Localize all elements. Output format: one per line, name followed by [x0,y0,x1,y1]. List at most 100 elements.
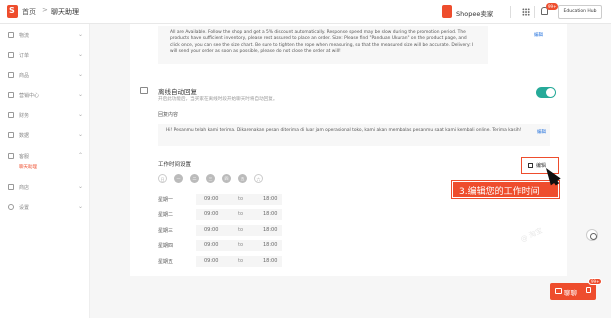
chat-button[interactable]: 聊聊 [550,283,596,300]
time-separator: to [238,242,244,248]
shopee-logo[interactable] [7,5,18,18]
chevron-down-icon: ⌄ [78,51,84,58]
edit-reply-link[interactable]: 编辑 [537,129,546,135]
sidebar-item-marketing[interactable]: 营销中心 ⌄ [0,90,90,102]
day-tue[interactable]: 二 [190,174,199,183]
sidebar-item-finance[interactable]: 财务 ⌄ [0,110,90,122]
start-time: 09:00 [204,227,219,233]
sidebar-item-data[interactable]: 数据 ⌄ [0,130,90,142]
schedule-day: 星期二 [158,212,174,218]
schedule-row: 星期五 09:00 to 18:00 [158,256,288,267]
chevron-down-icon: ⌄ [78,183,84,190]
schedule-row: 星期一 09:00 to 18:00 [158,194,288,205]
schedule-day: 星期四 [158,243,174,249]
end-time: 18:00 [263,258,278,264]
day-wed[interactable]: 三 [206,174,215,183]
marketing-icon [8,92,14,98]
sidebar-item-logistics[interactable]: 物流 ⌄ [0,30,90,42]
product-icon [8,72,14,78]
day-sun[interactable]: 日 [158,174,167,183]
wallet-icon [8,112,14,118]
gear-icon [8,204,14,210]
truck-icon [8,32,14,38]
breadcrumb-current: 聊天助理 [51,8,79,16]
sidebar-item-label: 财务 [19,113,30,119]
top-bar: 首页 > 聊天助理 Shopee卖家 99+ Education Hub [0,0,611,24]
sidebar-item-label: 设置 [19,205,30,211]
day-fri[interactable]: 五 [238,174,247,183]
chat-bubble-icon [555,288,562,294]
order-icon [8,52,14,58]
sidebar-item-settings[interactable]: 设置 ⌄ [0,202,90,214]
end-time: 18:00 [263,227,278,233]
tutorial-callout: 3.编辑您的工作时间 [451,180,560,199]
apps-grid-icon[interactable] [522,8,530,16]
time-separator: to [238,227,244,233]
chat-icon [140,87,148,94]
shop-bag-icon [442,5,452,18]
notification-badge: 99+ [546,3,559,10]
chart-icon [8,132,14,138]
time-separator: to [238,196,244,202]
chevron-up-icon: ⌃ [78,152,84,159]
auto-message-box: All are Available. Follow the shop and g… [158,26,488,64]
sidebar-subitem-chat-assistant[interactable]: 聊天助理 [19,164,37,170]
shop-name[interactable]: Shopee卖家 [456,8,493,18]
chevron-down-icon: ⌄ [78,111,84,118]
start-time: 09:00 [204,242,219,248]
time-separator: to [238,258,244,264]
chevron-down-icon: ⌄ [78,203,84,210]
reply-content-box: Hi! Pesanmu telah kami terima. Dikarenak… [158,124,550,146]
chevron-down-icon: ⌄ [78,91,84,98]
edit-message-link[interactable]: 编辑 [534,32,543,38]
edit-icon [528,163,533,168]
education-hub-button[interactable]: Education Hub [558,5,602,19]
float-settings-icon[interactable] [586,229,598,241]
sidebar-item-label: 商品 [19,73,30,79]
day-mon[interactable]: 一 [174,174,183,183]
offline-reply-description: 开启此功能后，当买家在离线时段开始聊天时将自动回复。 [158,97,278,102]
offline-reply-title: 离线自动回复 [158,88,197,96]
end-time: 18:00 [263,242,278,248]
schedule-row: 星期二 09:00 to 18:00 [158,209,288,220]
chat-window-icon [586,287,591,293]
headset-icon [8,153,14,159]
sidebar-item-label: 营销中心 [19,93,40,99]
tutorial-callout-text: 3.编辑您的工作时间 [459,187,540,197]
sidebar-item-customer-service[interactable]: 客服 ⌃ [0,151,90,163]
schedule-day: 星期一 [158,197,174,203]
end-time: 18:00 [263,196,278,202]
sidebar-item-orders[interactable]: 订单 ⌄ [0,50,90,62]
chevron-down-icon: ⌄ [78,31,84,38]
sidebar: 物流 ⌄ 订单 ⌄ 商品 ⌄ 营销中心 ⌄ 财务 ⌄ 数据 ⌄ 客服 ⌃ 聊天助… [0,24,90,318]
day-thu[interactable]: 四 [222,174,231,183]
shop-icon [8,184,14,190]
divider [510,6,511,18]
chevron-down-icon: ⌄ [78,131,84,138]
sidebar-item-label: 商店 [19,185,30,191]
divider [534,6,535,18]
sidebar-item-products[interactable]: 商品 ⌄ [0,70,90,82]
schedule-row: 星期四 09:00 to 18:00 [158,240,288,251]
sidebar-item-label: 物流 [19,33,30,39]
reply-content-text: Hi! Pesanmu telah kami terima. Dikarenak… [166,128,522,133]
sidebar-item-label: 客服 [19,154,30,160]
sidebar-item-label: 数据 [19,133,30,139]
time-separator: to [238,211,244,217]
breadcrumb-separator: > [42,6,48,14]
day-sat[interactable]: 六 [254,174,263,183]
chat-badge: 99+ [588,278,603,285]
start-time: 09:00 [204,258,219,264]
schedule-row: 星期三 09:00 to 18:00 [158,225,288,236]
schedule-day: 星期五 [158,259,174,265]
sidebar-item-label: 订单 [19,53,30,59]
offline-reply-toggle[interactable] [536,87,556,98]
end-time: 18:00 [263,211,278,217]
schedule-day: 星期三 [158,228,174,234]
chat-label: 聊聊 [564,289,577,297]
auto-message-text: All are Available. Follow the shop and g… [170,30,474,54]
sidebar-item-shop[interactable]: 商店 ⌄ [0,182,90,194]
breadcrumb-home[interactable]: 首页 [22,7,36,17]
start-time: 09:00 [204,211,219,217]
reply-content-label: 回复内容 [158,112,179,118]
